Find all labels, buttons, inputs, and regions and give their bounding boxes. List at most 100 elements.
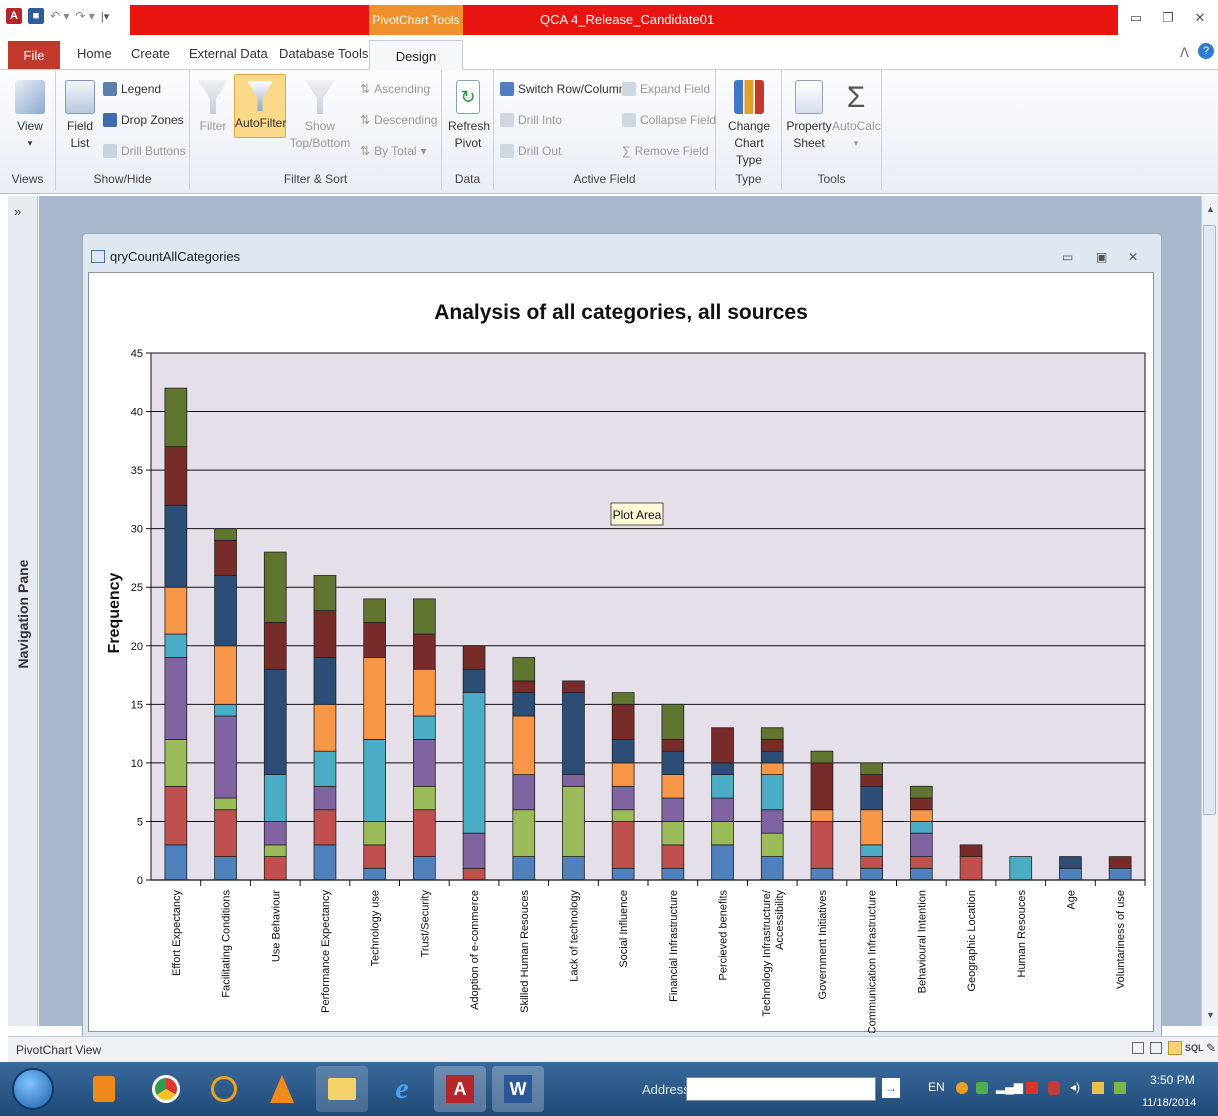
clock-date[interactable]: 11/18/2014 [1142,1097,1196,1109]
outlook-taskbar-icon[interactable] [78,1066,130,1112]
bar-segment[interactable] [512,809,536,857]
bar-segment[interactable] [661,821,685,846]
plot-area[interactable] [151,353,1145,880]
property-sheet-button[interactable]: Property Sheet [786,80,832,152]
clock-time[interactable]: 3:50 PM [1150,1073,1195,1087]
pivottable-view-icon[interactable] [1150,1042,1162,1054]
vlc-taskbar-icon[interactable] [256,1066,308,1112]
language-indicator[interactable]: EN [928,1080,945,1094]
bar-segment[interactable] [214,528,237,541]
bar-segment[interactable] [512,856,536,881]
bar-segment[interactable] [363,867,386,881]
app-taskbar-icon[interactable] [198,1066,250,1112]
bar-segment[interactable] [661,750,685,775]
bar-segment[interactable] [611,821,635,869]
bar-segment[interactable] [164,586,188,635]
access-app-icon[interactable]: A [6,8,22,24]
bar-segment[interactable] [1108,867,1132,881]
word-taskbar-icon[interactable]: W [492,1066,544,1112]
filter-button[interactable]: Filter [196,80,230,135]
bar-segment[interactable] [661,774,685,799]
bar-segment[interactable] [562,785,585,857]
ie-taskbar-icon[interactable]: e [376,1066,428,1112]
bar-segment[interactable] [462,832,486,869]
tab-database-tools[interactable]: Database Tools [279,46,368,61]
chrome-taskbar-icon[interactable] [140,1066,192,1112]
bar-segment[interactable] [711,774,734,799]
design-view-icon[interactable]: ✎ [1206,1041,1216,1055]
tab-file[interactable]: File [8,41,60,69]
bar-segment[interactable] [760,856,784,881]
view-button[interactable]: View ▾ [10,80,50,152]
drill-out-button[interactable]: Drill Out [500,144,561,158]
bar-segment[interactable] [760,809,784,834]
bar-segment[interactable] [562,856,585,881]
start-button[interactable] [12,1068,54,1110]
bar-segment[interactable] [214,809,237,857]
bar-segment[interactable] [313,703,337,752]
tray-shield-icon[interactable] [1048,1081,1060,1095]
bar-segment[interactable] [910,832,933,857]
change-chart-type-button[interactable]: Change Chart Type [720,80,778,169]
bar-segment[interactable] [711,797,734,822]
chart-area[interactable]: Analysis of all categories, all sources … [88,272,1155,1034]
bar-segment[interactable] [214,703,237,717]
nav-pane-toggle[interactable]: » [14,204,21,219]
inner-restore-icon[interactable]: ▣ [1096,250,1107,264]
bar-segment[interactable] [860,774,883,787]
bar-segment[interactable] [661,703,685,740]
bar-segment[interactable] [313,844,337,881]
bar-segment[interactable] [313,657,337,705]
bar-segment[interactable] [711,727,734,764]
bar-segment[interactable] [363,844,386,869]
bar-segment[interactable] [760,832,784,857]
bar-segment[interactable] [611,867,635,881]
bar-segment[interactable] [611,703,635,740]
bar-segment[interactable] [959,844,983,857]
bar-segment[interactable] [512,657,536,682]
bar-segment[interactable] [711,762,734,775]
bar-segment[interactable] [413,785,436,811]
bar-segment[interactable] [413,715,436,740]
bar-segment[interactable] [810,867,834,881]
tray-app-icon[interactable] [976,1082,988,1094]
bar-segment[interactable] [512,774,536,811]
bar-segment[interactable] [263,621,287,670]
collapse-field-button[interactable]: Collapse Field [622,113,716,127]
bar-segment[interactable] [214,715,237,799]
descending-button[interactable]: ⇅ Descending [360,113,437,127]
bar-segment[interactable] [661,797,685,822]
bar-segment[interactable] [959,856,983,881]
bar-segment[interactable] [164,446,188,506]
bar-segment[interactable] [263,551,287,623]
bar-segment[interactable] [910,856,933,869]
bar-segment[interactable] [313,785,337,811]
bar-segment[interactable] [413,809,436,857]
bar-segment[interactable] [363,739,386,822]
bar-segment[interactable] [860,856,883,869]
datasheet-view-icon[interactable] [1132,1042,1144,1054]
bar-segment[interactable] [313,610,337,658]
signal-icon[interactable]: ▂▄▆ [996,1080,1023,1094]
bar-segment[interactable] [313,575,337,612]
bar-segment[interactable] [611,809,635,822]
customize-qat-icon[interactable]: |▾ [101,10,109,23]
bar-segment[interactable] [263,856,287,881]
tab-create[interactable]: Create [131,46,170,61]
scroll-up-icon[interactable]: ▲ [1206,204,1215,214]
bar-segment[interactable] [910,797,933,811]
bar-segment[interactable] [760,750,784,764]
bar-segment[interactable] [263,844,287,857]
bar-segment[interactable] [760,774,784,811]
tray-network-icon[interactable] [1092,1082,1104,1094]
tab-design[interactable]: Design [369,40,463,71]
address-input[interactable] [686,1077,876,1101]
bar-segment[interactable] [313,750,337,787]
bar-segment[interactable] [512,715,536,775]
autocalc-button[interactable]: Σ AutoCalc ▾ [832,80,881,152]
bar-segment[interactable] [910,785,933,799]
sql-view-icon[interactable]: SQL [1185,1043,1204,1053]
navigation-pane[interactable]: » Navigation Pane [8,196,38,1026]
bar-segment[interactable] [214,575,237,647]
pivot-chart[interactable]: Analysis of all categories, all sources … [89,273,1155,1034]
